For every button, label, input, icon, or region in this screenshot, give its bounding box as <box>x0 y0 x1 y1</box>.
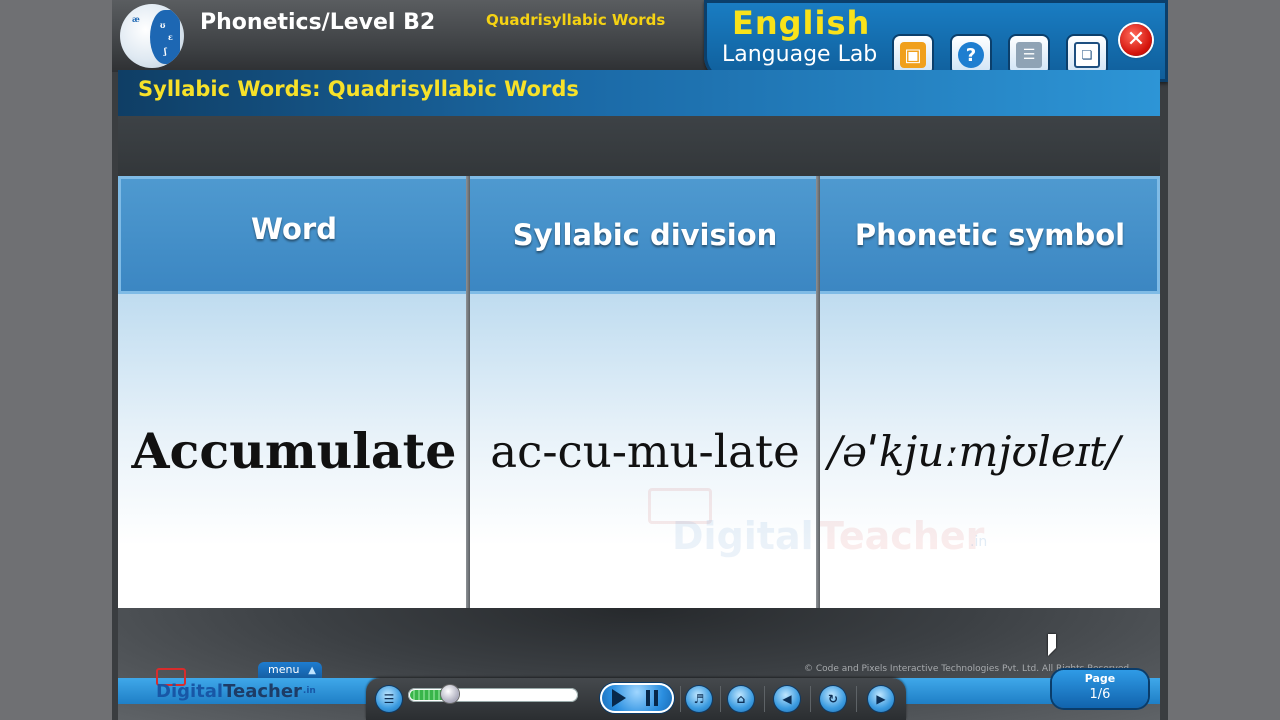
phonetics-logo: æ ʊ ɛ ʃ <box>120 4 184 68</box>
menu-tree-icon: ☰ <box>383 692 395 706</box>
close-icon: ✕ <box>1126 27 1146 52</box>
section-bar: Syllabic Words: Quadrisyllabic Words <box>118 70 1160 116</box>
spacer-strip <box>118 116 1160 176</box>
word-table: Word Syllabic division Phonetic symbol D… <box>118 176 1160 608</box>
volume-button[interactable]: ♬ <box>686 686 712 712</box>
logo-suffix: .in <box>302 686 316 696</box>
page-number: 1/6 <box>1089 687 1111 702</box>
progress-handle[interactable] <box>441 685 459 703</box>
divider <box>764 686 765 712</box>
cell-syllabic-division: ac-cu-mu-late <box>490 424 800 478</box>
window-icon: ❏ <box>1074 42 1100 68</box>
replay-icon: ↻ <box>827 692 839 706</box>
play-icon[interactable] <box>612 689 626 707</box>
header-word: Word <box>251 212 337 246</box>
wallet-button[interactable]: ▣ <box>894 36 932 74</box>
progress-slider[interactable] <box>408 685 578 703</box>
cell-phonetic-symbol: /əˈkjuːmjʊleɪt/ <box>828 426 1121 476</box>
divider <box>720 686 721 712</box>
pause-icon[interactable] <box>646 690 658 706</box>
previous-button[interactable]: ◀ <box>774 686 800 712</box>
page-label: Page <box>1084 672 1116 685</box>
logo-glyph: ɛ <box>168 32 173 42</box>
volume-icon: ♬ <box>693 692 705 706</box>
previous-icon: ◀ <box>782 692 792 706</box>
app-title: Phonetics/Level B2 <box>200 10 436 35</box>
next-icon: ▶ <box>876 692 886 706</box>
divider <box>856 686 857 712</box>
help-icon: ? <box>958 42 984 68</box>
wallet-icon: ▣ <box>900 42 926 68</box>
window-button[interactable]: ❏ <box>1068 36 1106 74</box>
next-button[interactable]: ▶ <box>868 686 894 712</box>
app-window: æ ʊ ɛ ʃ Phonetics/Level B2 Quadrisyllabi… <box>112 0 1168 720</box>
header-phonetic-symbol: Phonetic symbol <box>854 218 1126 252</box>
book-icon: ☰ <box>1016 42 1042 68</box>
logo-glyph: æ <box>132 14 140 24</box>
logo-digital: Digital <box>156 680 224 702</box>
header: æ ʊ ɛ ʃ Phonetics/Level B2 Quadrisyllabi… <box>112 0 1168 82</box>
logo-glyph: ʃ <box>164 46 167 56</box>
brand-english: English <box>732 4 871 42</box>
help-button[interactable]: ? <box>952 36 990 74</box>
chevron-up-icon: ▲ <box>308 665 316 676</box>
column-divider <box>816 176 820 608</box>
book-button[interactable]: ☰ <box>1010 36 1048 74</box>
lesson-title: Quadrisyllabic Words <box>486 11 666 29</box>
logo-glyph: ʊ <box>160 20 166 30</box>
divider <box>810 686 811 712</box>
menu-label: menu <box>268 663 300 676</box>
logo-teacher: Teacher <box>223 680 302 702</box>
page-indicator: Page 1/6 <box>1052 670 1148 708</box>
home-button[interactable]: ⌂ <box>728 686 754 712</box>
play-pause-button[interactable] <box>600 683 674 713</box>
column-divider <box>466 176 470 608</box>
cell-word: Accumulate <box>131 422 457 480</box>
close-button[interactable]: ✕ <box>1120 24 1152 56</box>
home-icon: ⌂ <box>736 692 746 706</box>
menu-toggle[interactable]: menu ▲ <box>258 662 322 678</box>
brand-language-lab: Language Lab <box>722 42 878 67</box>
mouse-cursor-icon <box>1048 634 1056 656</box>
replay-button[interactable]: ↻ <box>820 686 846 712</box>
playback-controls: ☰ ♬ ⌂ ◀ ↻ ▶ <box>366 678 906 720</box>
section-title: Syllabic Words: Quadrisyllabic Words <box>138 77 579 101</box>
header-syllabic-division: Syllabic division <box>512 218 778 252</box>
digital-teacher-logo: Digital Teacher .in <box>156 678 316 704</box>
menu-tree-button[interactable]: ☰ <box>376 686 402 712</box>
divider <box>680 686 681 712</box>
